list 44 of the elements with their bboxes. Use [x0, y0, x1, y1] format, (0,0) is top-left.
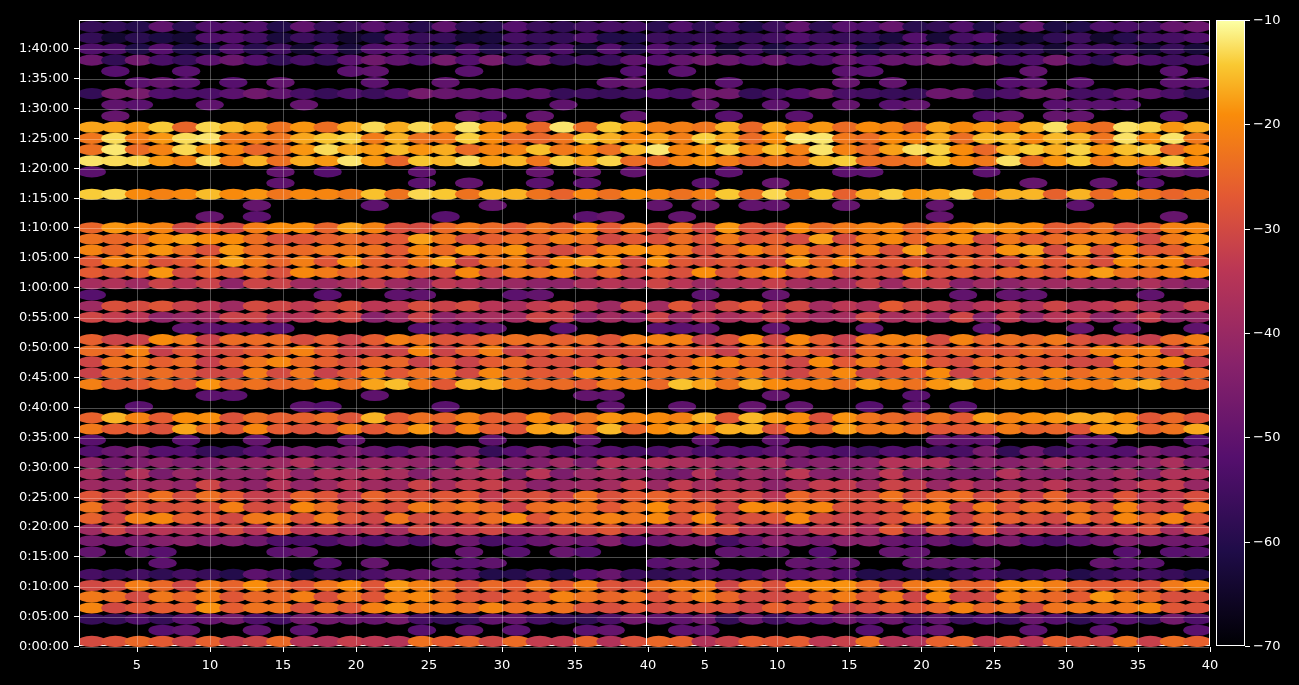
colorbar-tick-label: −30 — [1253, 219, 1281, 238]
axis-tick-label: 0:10:00 — [18, 577, 69, 596]
axis-tick-label: 1:00:00 — [18, 278, 69, 297]
axis-tick-label: 0:45:00 — [18, 368, 69, 387]
axis-tick-label: 20 — [913, 656, 930, 674]
colorbar-tick-label: −60 — [1253, 532, 1281, 551]
axis-tick-label: 0:55:00 — [18, 308, 69, 327]
axis-tick-label: 0:40:00 — [18, 398, 69, 417]
axis-tick-label: 10 — [768, 656, 786, 674]
axis-tick-label: 25 — [420, 656, 438, 674]
colorbar-tick-label: −10 — [1253, 11, 1281, 30]
axis-tick-label: 0:05:00 — [18, 607, 69, 626]
axis-tick-label: 0:50:00 — [18, 338, 69, 357]
colorbar-tick-label: −50 — [1253, 428, 1281, 447]
axis-tick-label: 5 — [132, 656, 142, 674]
axis-tick-label: 0:30:00 — [18, 457, 69, 476]
colorbar-tick-label: −70 — [1253, 637, 1281, 656]
axis-tick-label: 35 — [1129, 656, 1147, 674]
axis-tick-label: 30 — [1057, 656, 1074, 674]
axis-tick-label: 40 — [1201, 656, 1219, 674]
axis-tick-label: 1:20:00 — [18, 158, 69, 177]
axis-tick-label: 1:30:00 — [18, 99, 69, 118]
axis-tick-label: 0:00:00 — [18, 637, 69, 656]
axis-tick-label: 35 — [566, 656, 584, 674]
axis-tick-label: 25 — [985, 656, 1002, 674]
axis-tick-label: 5 — [700, 656, 710, 674]
axis-tick-label: 1:25:00 — [18, 128, 69, 147]
axis-tick-label: 0:20:00 — [18, 517, 69, 536]
axis-tick-label: 0:35:00 — [18, 427, 69, 446]
axis-tick-label: 1:05:00 — [18, 248, 69, 267]
axis-tick-label: 0:15:00 — [18, 547, 69, 566]
colorbar-tick-label: −20 — [1253, 115, 1281, 134]
axis-tick-label: 40 — [639, 656, 657, 674]
colorbar-tick-label: −40 — [1253, 324, 1281, 343]
axis-tick-label: 1:35:00 — [18, 69, 69, 88]
axis-tick-label: 0:25:00 — [18, 487, 69, 506]
axis-tick-label: 1:10:00 — [18, 218, 69, 237]
axis-tick-label: 20 — [347, 656, 365, 674]
axis-tick-label: 1:15:00 — [18, 188, 69, 207]
axis-tick-label: 1:40:00 — [18, 39, 69, 58]
axis-tick-label: 15 — [274, 656, 292, 674]
axis-tick-label: 10 — [201, 656, 219, 674]
axis-tick-label: 15 — [841, 656, 858, 674]
axis-tick-label: 30 — [493, 656, 511, 674]
